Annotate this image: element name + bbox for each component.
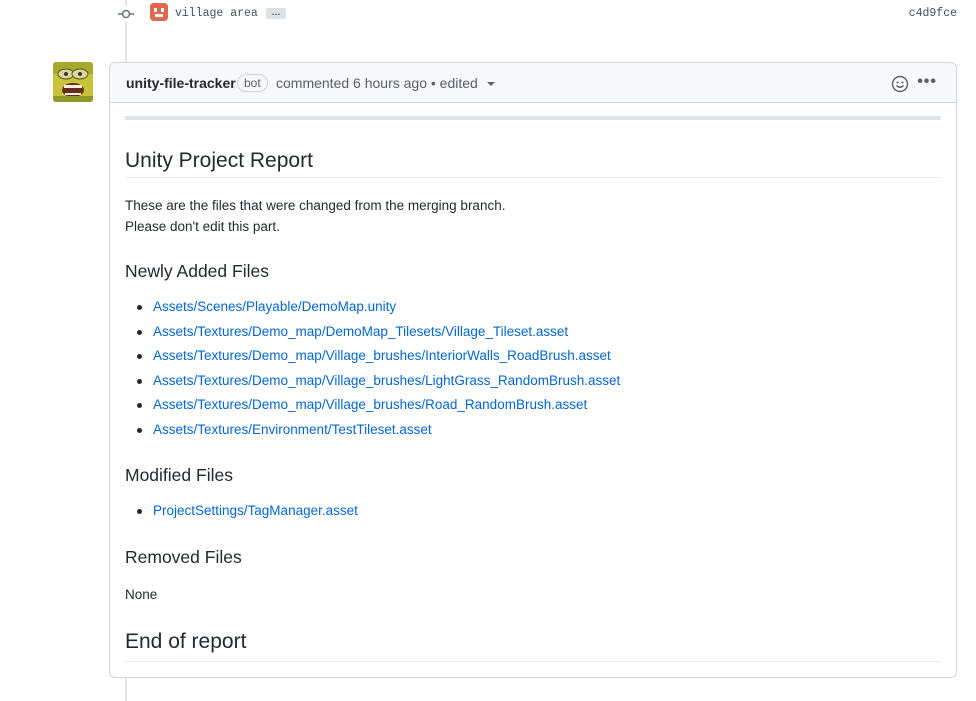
modified-files-heading: Modified Files [125, 465, 233, 485]
bullet-icon [137, 427, 142, 433]
added-files-heading: Newly Added Files [125, 261, 269, 281]
smiley-icon[interactable] [891, 75, 909, 93]
git-commit-icon [118, 6, 134, 22]
bot-badge: bot [237, 74, 268, 92]
bullet-icon [137, 305, 142, 310]
list-item: Assets/Textures/Demo_map/Village_brushes… [137, 397, 620, 422]
bullet-icon [137, 378, 142, 384]
list-item: Assets/Textures/Demo_map/Village_brushes… [137, 373, 620, 398]
modified-files-list: ProjectSettings/TagManager.asset [137, 503, 358, 528]
list-item: Assets/Textures/Environment/TestTileset.… [137, 422, 620, 447]
bullet-icon [137, 403, 142, 408]
bullet-icon [137, 509, 142, 514]
comment-meta[interactable]: commented 6 hours ago • edited [276, 75, 478, 91]
comment-header: unity-file-tracker bot commented 6 hours… [110, 63, 956, 103]
comment-box: unity-file-tracker bot commented 6 hours… [109, 62, 957, 678]
commit-sha-link[interactable]: c4d9fce [909, 7, 957, 20]
file-link[interactable]: Assets/Textures/Demo_map/DemoMap_Tileset… [153, 324, 568, 339]
comment-author-link[interactable]: unity-file-tracker [126, 75, 236, 91]
intro-line-2: Please don't edit this part. [125, 219, 280, 234]
file-link[interactable]: Assets/Scenes/Playable/DemoMap.unity [153, 299, 396, 314]
file-link[interactable]: Assets/Textures/Demo_map/Village_brushes… [153, 397, 587, 412]
kebab-horizontal-icon[interactable]: ••• [917, 73, 937, 91]
end-of-report-heading: End of report [125, 630, 247, 653]
removed-files-heading: Removed Files [125, 547, 242, 567]
commit-author-avatar[interactable] [150, 3, 168, 21]
file-link[interactable]: Assets/Textures/Environment/TestTileset.… [153, 422, 432, 437]
file-link[interactable]: Assets/Textures/Demo_map/Village_brushes… [153, 373, 620, 388]
list-item: ProjectSettings/TagManager.asset [137, 503, 358, 528]
list-item: Assets/Textures/Demo_map/Village_brushes… [137, 348, 620, 373]
bullet-icon [137, 329, 142, 335]
end-rule [125, 661, 941, 662]
commit-row: village area … c4d9fce [0, 0, 976, 30]
report-title: Unity Project Report [125, 149, 313, 172]
file-link[interactable]: Assets/Textures/Demo_map/Village_brushes… [153, 348, 611, 363]
added-files-list: Assets/Scenes/Playable/DemoMap.unity Asse… [137, 299, 620, 446]
horizontal-rule [125, 116, 941, 120]
commit-expand-button[interactable]: … [266, 8, 286, 19]
bullet-icon [137, 354, 142, 359]
list-item: Assets/Scenes/Playable/DemoMap.unity [137, 299, 620, 324]
intro-line-1: These are the files that were changed fr… [125, 198, 506, 213]
list-item: Assets/Textures/Demo_map/DemoMap_Tileset… [137, 324, 620, 349]
file-link[interactable]: ProjectSettings/TagManager.asset [153, 503, 358, 518]
title-rule [125, 177, 941, 178]
removed-files-text: None [125, 587, 158, 602]
chevron-down-icon[interactable] [487, 82, 495, 86]
commit-message-link[interactable]: village area [175, 7, 258, 20]
bot-avatar[interactable] [53, 62, 93, 102]
